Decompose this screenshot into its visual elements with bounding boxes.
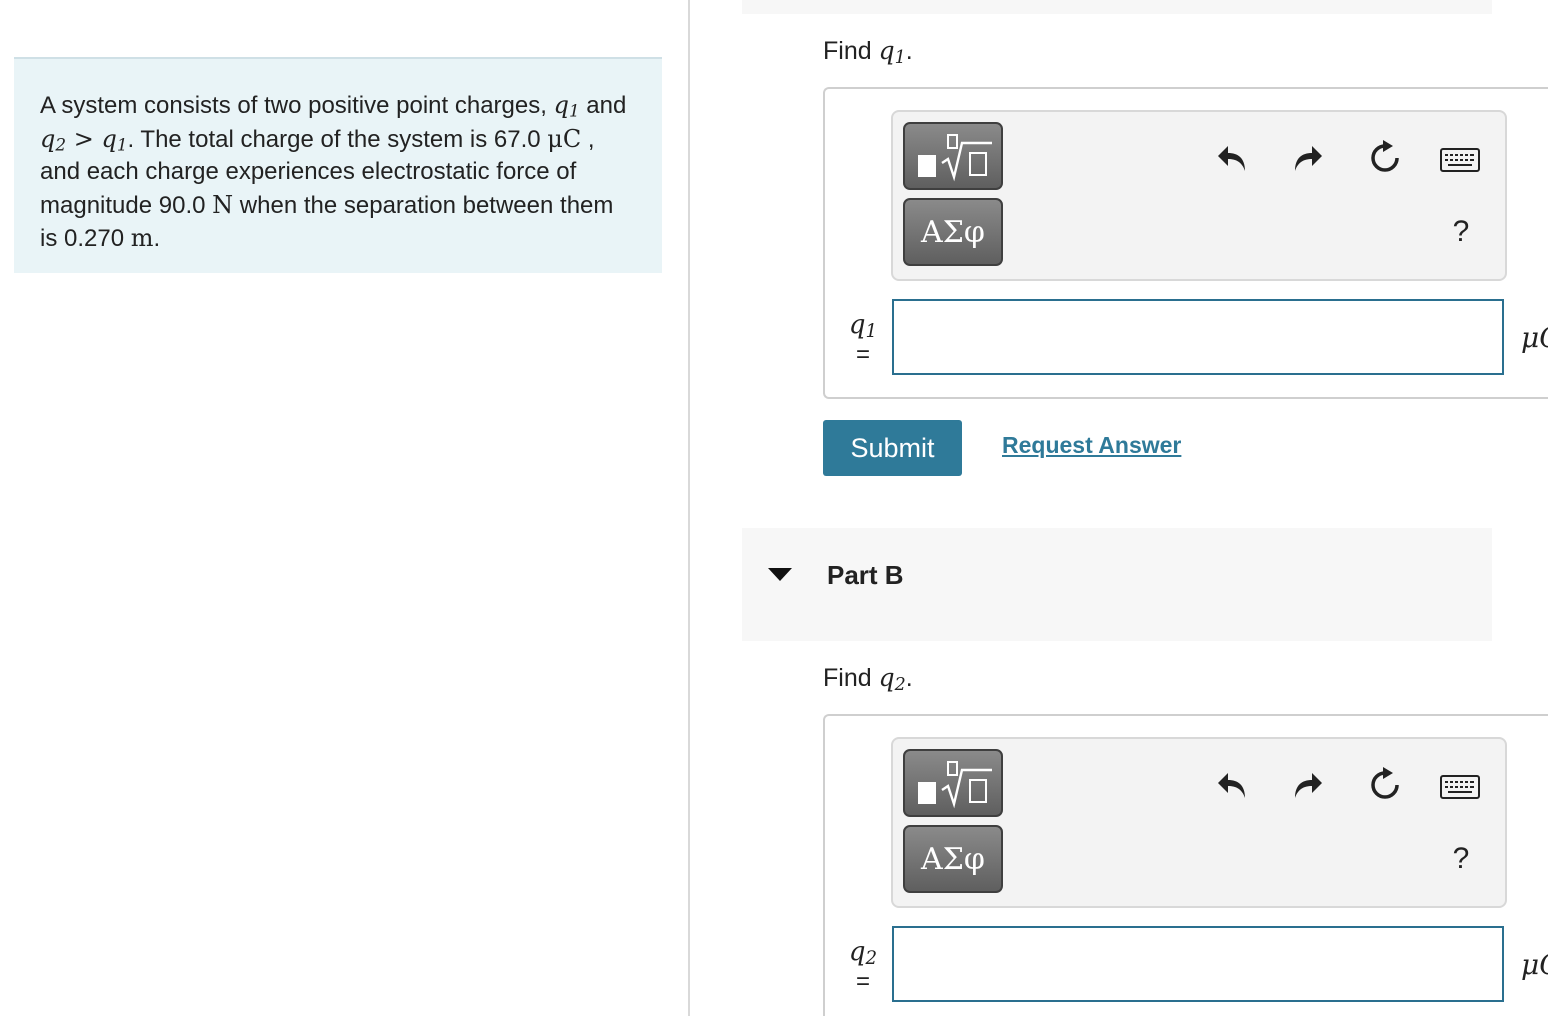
- template-button[interactable]: [903, 122, 1003, 190]
- collapse-caret-icon[interactable]: [768, 568, 792, 581]
- part-a-prompt: Find q1.: [823, 36, 913, 68]
- q2-answer-input[interactable]: [892, 926, 1504, 1002]
- problem-statement: A system consists of two positive point …: [14, 57, 662, 273]
- unit-label: μC: [1521, 321, 1548, 354]
- math-toolbar: ΑΣφ ?: [891, 737, 1507, 908]
- keyboard-icon[interactable]: [1438, 144, 1482, 176]
- unit-newton: N: [212, 190, 234, 219]
- math-q1: q1: [101, 124, 128, 155]
- part-b-prompt: Find q2.: [823, 663, 913, 695]
- answer-variable-label: q2 =: [848, 937, 878, 995]
- answer-variable-label: q1 =: [848, 310, 878, 368]
- unit-label: μC: [1521, 948, 1548, 981]
- problem-text: A system consists of two positive point …: [40, 92, 554, 119]
- reset-icon[interactable]: [1363, 136, 1407, 180]
- q1-answer-input[interactable]: [892, 299, 1504, 375]
- undo-icon[interactable]: [1211, 138, 1255, 178]
- part-b-header[interactable]: Part B: [742, 528, 1492, 641]
- redo-icon[interactable]: [1285, 138, 1329, 178]
- math-toolbar: ΑΣφ ?: [891, 110, 1507, 281]
- math-q1: q1: [553, 91, 580, 121]
- fraction-root-template-icon: [918, 761, 992, 809]
- request-answer-link[interactable]: Request Answer: [1002, 432, 1181, 459]
- undo-icon[interactable]: [1211, 765, 1255, 805]
- fraction-root-template-icon: [918, 134, 992, 182]
- help-button[interactable]: ?: [1441, 212, 1481, 252]
- part-b-title: Part B: [827, 560, 904, 590]
- math-q2: q2: [40, 124, 67, 155]
- greek-symbols-button[interactable]: ΑΣφ: [903, 825, 1003, 893]
- part-a-header-bar: [742, 0, 1492, 14]
- redo-icon[interactable]: [1285, 765, 1329, 805]
- keyboard-icon[interactable]: [1438, 771, 1482, 803]
- submit-button[interactable]: Submit: [823, 420, 962, 476]
- greek-symbols-button[interactable]: ΑΣφ: [903, 198, 1003, 266]
- part-b-answer-box: ΑΣφ ? q2 = μC: [823, 714, 1548, 1016]
- help-button[interactable]: ?: [1441, 839, 1481, 879]
- unit-meter: m: [130, 224, 154, 252]
- reset-icon[interactable]: [1363, 763, 1407, 807]
- unit-microcoulomb: μC: [547, 124, 582, 153]
- template-button[interactable]: [903, 749, 1003, 817]
- pane-divider[interactable]: [688, 0, 690, 1016]
- part-a-answer-box: ΑΣφ ? q1 = μC: [823, 87, 1548, 399]
